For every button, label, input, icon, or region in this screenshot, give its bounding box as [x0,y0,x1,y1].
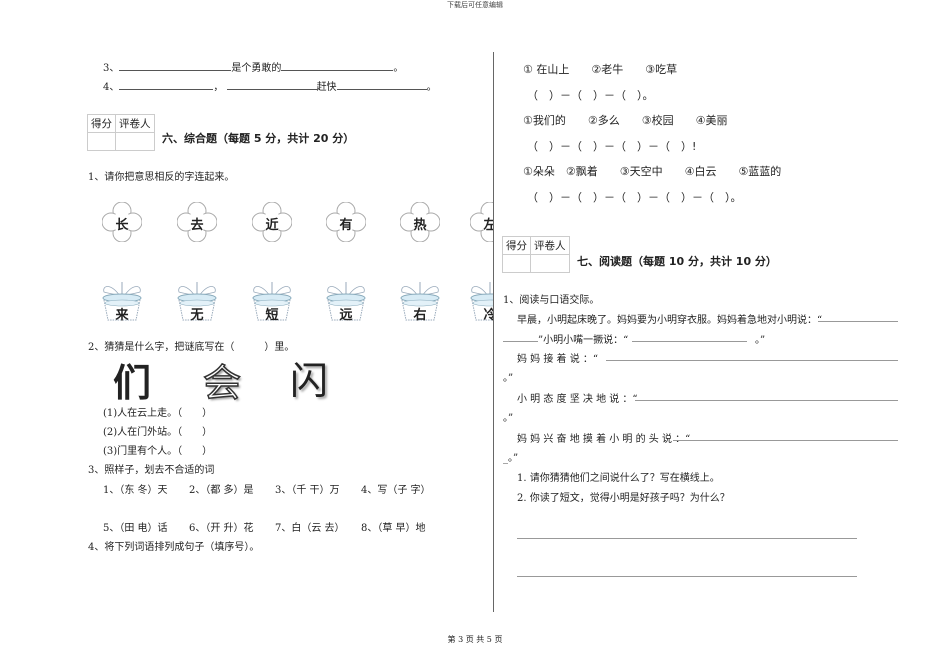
passage-line: 小 明 态 度 坚 决 地 说 ：“ [517,394,638,405]
answer-blanks[interactable]: （ ）－（ ）－（ ）－（ ）－（ ）。 [527,189,742,205]
word-choice[interactable]: 8、（草 早）地 [361,519,426,534]
pot-char: 冷 [483,308,493,323]
passage-line: 妈 妈 兴 奋 地 摸 着 小 明 的 头 说 ：“ [517,434,691,445]
flower-card[interactable]: 去 [177,202,217,242]
riddle-item: (1)人在云上走。（ ） [103,408,213,419]
score-box: 得分 评卷人 [502,236,570,273]
riddle-item: (3)门里有个人。（ ） [103,446,213,457]
flower-card[interactable]: 长 [102,202,142,242]
answer-blanks[interactable]: （ ）－（ ）－（ ）。 [527,87,654,103]
word-set: ①朵朵 ②飘着 ③天空中 ④白云 ⑤蓝蓝的 [523,165,782,178]
flower-char: 热 [413,218,427,233]
flowerpot-card[interactable]: 来 [100,278,144,323]
flower-char: 去 [190,218,204,233]
riddle-char: 会 [202,360,242,406]
answer-line[interactable] [632,341,747,342]
word-choice[interactable]: 6、（开 升）花 [189,519,254,534]
flower-char: 左 [483,218,493,233]
flowerpot-card[interactable]: 冷 [468,278,493,323]
word-choice[interactable]: 3、（千 干）万 [275,481,340,496]
sub-question: 1. 请你猜猜他们之间说什么了？写在横线上。 [517,473,720,484]
left-column: 3、 是个勇敢的。 4、， 赶快。 得分 评卷人 六、综合题（每题 5 分，共计 2… [0,0,493,671]
fill-line-4: 4、， 赶快。 [103,82,437,93]
exam-page: 下载后可任意编辑 3、 是个勇敢的。 4、， 赶快。 得分 评卷人 六、综合题（每题… [0,0,950,671]
flower-char: 有 [339,218,353,233]
flower-card[interactable]: 有 [326,202,366,242]
flower-card[interactable]: 热 [400,202,440,242]
passage-line: 。” [755,335,766,346]
column-divider [493,52,494,612]
flower-card[interactable]: 左 [470,202,493,242]
fill-line-3: 3、 是个勇敢的。 [103,63,404,74]
section6-title: 六、综合题（每题 5 分，共计 20 分） [162,132,355,145]
pot-char: 来 [115,308,129,323]
answer-line[interactable] [517,576,857,577]
flowerpot-card[interactable]: 无 [175,278,219,323]
passage-line: 妈 妈 接 着 说 ：“ [517,354,599,365]
passage-line: 早晨，小明起床晚了。妈妈要为小明穿衣服。妈妈着急地对小明说：“ [517,315,823,326]
question-text: 1、阅读与口语交际。 [503,295,600,306]
question-text: 3、照样子，划去不合适的词 [88,465,215,476]
answer-line[interactable] [673,440,898,441]
word-set: ① 在山上 ②老牛 ③吃草 [523,63,678,76]
answer-line[interactable] [818,321,898,322]
riddle-item: (2)人在门外站。（ ） [103,427,213,438]
pot-char: 远 [339,308,353,323]
pot-char: 右 [413,308,427,323]
word-set: ①我们的 ②多么 ③校园 ④美丽 [523,114,728,127]
section7-title: 七、阅读题（每题 10 分，共计 10 分） [577,255,777,268]
flowerpot-card[interactable]: 远 [324,278,368,323]
flower-char: 近 [265,218,279,233]
sub-question: 2. 你读了短文，觉得小明是好孩子吗？为什么？ [517,493,730,504]
answer-line[interactable] [606,360,898,361]
answer-line[interactable] [503,341,538,342]
word-choice[interactable]: 7、白（云 去） [275,519,345,534]
score-box: 得分 评卷人 [87,114,155,151]
flower-char: 长 [115,218,129,233]
word-choice[interactable]: 4、写（子 字） [361,481,431,496]
question-text: 1、请你把意思相反的字连起来。 [88,172,235,183]
riddle-char: 们 [113,361,152,405]
flowerpot-card[interactable]: 短 [250,278,294,323]
question-text: 2、猜猜是什么字，把谜底写在（ ）里。 [88,342,295,353]
word-choice[interactable]: 1、（东 冬）天 [103,481,168,496]
riddle-char: 闪 [290,359,329,403]
word-choice[interactable]: 2、（都 多）是 [189,481,254,496]
answer-blanks[interactable]: （ ）－（ ）－（ ）－（ ）! [527,138,696,154]
flowerpot-card[interactable]: 右 [398,278,442,323]
passage-line: ”小明小嘴一撅说：“ [538,335,629,346]
pot-char: 无 [190,308,204,323]
passage-line: _。” [503,453,519,464]
passage-line: 。” [503,413,514,424]
passage-line: 。” [503,373,514,384]
pot-char: 短 [265,308,279,323]
word-choice[interactable]: 5、（田 电）话 [103,519,168,534]
answer-line[interactable] [517,538,857,539]
flower-card[interactable]: 近 [252,202,292,242]
answer-line[interactable] [635,400,898,401]
question-text: 4、将下列词语排列成句子（填序号）。 [88,542,260,553]
page-footer: 第 3 页 共 5 页 [447,635,503,644]
